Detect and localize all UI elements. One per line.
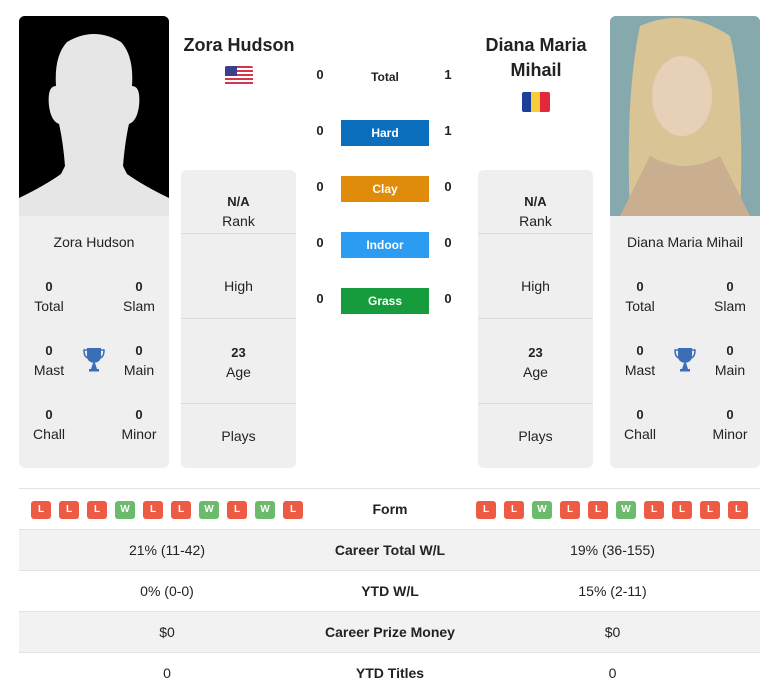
romania-flag-icon bbox=[522, 92, 550, 112]
h2h-indoor-right: 0 bbox=[444, 235, 452, 250]
form-badge-win: W bbox=[532, 501, 552, 519]
h2h-indoor-left: 0 bbox=[316, 235, 324, 250]
prize-money-left: $0 bbox=[159, 624, 175, 640]
ytd-wl-right: 15% (2-11) bbox=[578, 583, 647, 599]
stat-age: 23 Age bbox=[478, 319, 593, 404]
titles-main: 0 Main bbox=[714, 343, 746, 378]
form-badge-win: W bbox=[115, 501, 135, 519]
silhouette-icon bbox=[19, 16, 169, 216]
titles-chall: 0 Chall bbox=[624, 407, 656, 442]
player-left-card-name: Zora Hudson bbox=[53, 234, 135, 250]
surface-hard[interactable]: Hard bbox=[341, 120, 429, 146]
h2h-grass-right: 0 bbox=[444, 291, 452, 306]
h2h-hard-left: 0 bbox=[316, 123, 324, 138]
ytd-wl-left: 0% (0-0) bbox=[140, 583, 194, 599]
titles-slam: 0 Slam bbox=[714, 279, 746, 314]
form-badge-loss: L bbox=[59, 501, 79, 519]
form-badge-loss: L bbox=[31, 501, 51, 519]
trophy-icon bbox=[674, 348, 696, 372]
player-right-form: L L W L L W L L L L bbox=[476, 501, 748, 519]
table-row-prize-money: $0 Career Prize Money $0 bbox=[19, 611, 760, 652]
form-badge-loss: L bbox=[672, 501, 692, 519]
titles-mast: 0 Mast bbox=[624, 343, 656, 378]
player-right-stats: N/A Rank High 23 Age Plays bbox=[478, 170, 593, 468]
form-badge-loss: L bbox=[504, 501, 524, 519]
stat-rank: N/A Rank bbox=[478, 170, 593, 234]
player-left-stats: N/A Rank High 23 Age Plays bbox=[181, 170, 296, 468]
titles-minor: 0 Minor bbox=[121, 407, 157, 442]
form-badge-loss: L bbox=[644, 501, 664, 519]
usa-flag-icon bbox=[225, 66, 253, 86]
form-badge-loss: L bbox=[283, 501, 303, 519]
h2h-hard-right: 1 bbox=[444, 123, 452, 138]
form-badge-loss: L bbox=[143, 501, 163, 519]
ytd-titles-right: 0 bbox=[608, 665, 617, 681]
form-badge-win: W bbox=[616, 501, 636, 519]
form-badge-win: W bbox=[199, 501, 219, 519]
stat-rank: N/A Rank bbox=[181, 170, 296, 234]
form-badge-loss: L bbox=[227, 501, 247, 519]
player-right-card: Diana Maria Mihail 0 Total 0 Slam 0 Mast… bbox=[610, 216, 760, 468]
titles-total: 0 Total bbox=[625, 279, 655, 314]
surface-indoor[interactable]: Indoor bbox=[341, 232, 429, 258]
surface-clay[interactable]: Clay bbox=[341, 176, 429, 202]
player-left-photo bbox=[19, 16, 169, 216]
form-badge-loss: L bbox=[588, 501, 608, 519]
h2h-total-label: Total bbox=[371, 70, 399, 84]
prize-money-right: $0 bbox=[604, 624, 621, 640]
h2h-clay-right: 0 bbox=[444, 179, 452, 194]
titles-minor: 0 Minor bbox=[712, 407, 748, 442]
h2h-grass-left: 0 bbox=[316, 291, 324, 306]
form-badge-win: W bbox=[255, 501, 275, 519]
form-badge-loss: L bbox=[700, 501, 720, 519]
h2h-total-right: 1 bbox=[444, 67, 452, 82]
h2h-total-left: 0 bbox=[316, 67, 324, 82]
stat-plays: Plays bbox=[221, 428, 256, 444]
titles-mast: 0 Mast bbox=[33, 343, 65, 378]
stat-high: High bbox=[478, 234, 593, 319]
table-row-ytd-titles: 0 YTD Titles 0 bbox=[19, 652, 760, 693]
player-right-name[interactable]: Diana Maria Mihail bbox=[475, 33, 597, 83]
player-left-name[interactable]: Zora Hudson bbox=[178, 33, 300, 58]
career-wl-label: Career Total W/L bbox=[334, 542, 446, 558]
form-badge-loss: L bbox=[560, 501, 580, 519]
player-photo-image bbox=[610, 16, 760, 216]
titles-chall: 0 Chall bbox=[33, 407, 65, 442]
titles-slam: 0 Slam bbox=[123, 279, 155, 314]
career-wl-right: 19% (36-155) bbox=[570, 542, 655, 558]
titles-total: 0 Total bbox=[34, 279, 64, 314]
form-badge-loss: L bbox=[476, 501, 496, 519]
player-left-form: L L L W L L W L W L bbox=[31, 501, 303, 519]
player-right-card-name: Diana Maria Mihail bbox=[627, 234, 743, 250]
stat-age: 23 Age bbox=[181, 319, 296, 404]
stat-high: High bbox=[181, 234, 296, 319]
player-right-photo bbox=[610, 16, 760, 216]
titles-main: 0 Main bbox=[123, 343, 155, 378]
surface-grass[interactable]: Grass bbox=[341, 288, 429, 314]
stat-plays: Plays bbox=[518, 428, 553, 444]
ytd-wl-label: YTD W/L bbox=[361, 583, 419, 599]
player-left-card: Zora Hudson 0 Total 0 Slam 0 Mast 0 Main… bbox=[19, 216, 169, 468]
table-row-career-wl: 21% (11-42) Career Total W/L 19% (36-155… bbox=[19, 529, 760, 570]
form-badge-loss: L bbox=[171, 501, 191, 519]
h2h-clay-left: 0 bbox=[316, 179, 324, 194]
prize-money-label: Career Prize Money bbox=[325, 624, 455, 640]
form-label: Form bbox=[372, 501, 408, 517]
career-wl-left: 21% (11-42) bbox=[128, 542, 205, 558]
trophy-icon bbox=[83, 348, 105, 372]
ytd-titles-left: 0 bbox=[163, 665, 171, 681]
form-badge-loss: L bbox=[728, 501, 748, 519]
form-badge-loss: L bbox=[87, 501, 107, 519]
table-row-ytd-wl: 0% (0-0) YTD W/L 15% (2-11) bbox=[19, 570, 760, 611]
ytd-titles-label: YTD Titles bbox=[355, 665, 425, 681]
